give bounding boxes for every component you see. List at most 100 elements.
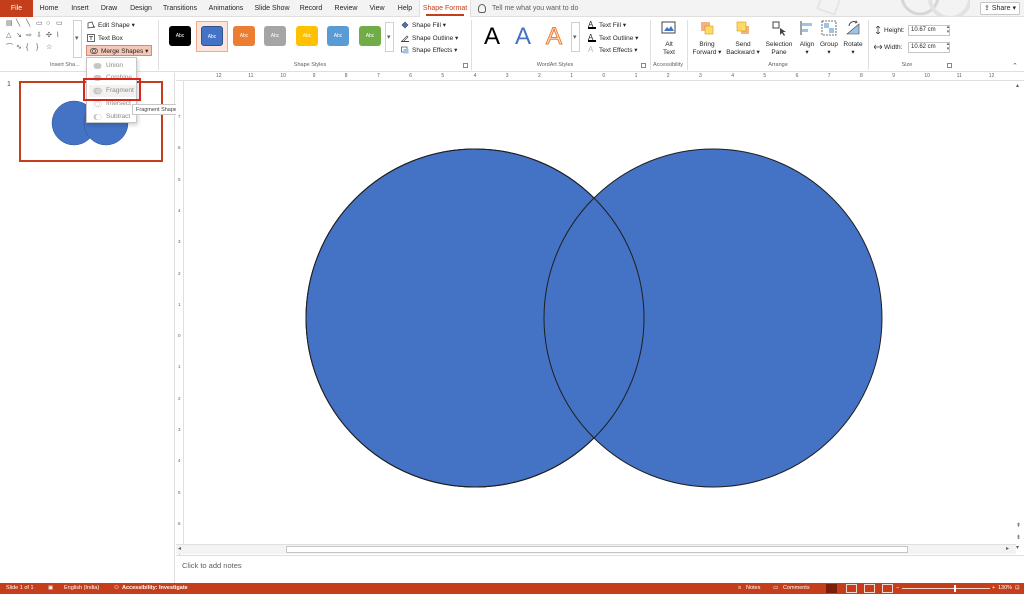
- size-launcher-icon[interactable]: [947, 63, 952, 68]
- language-status[interactable]: English (India): [64, 583, 99, 594]
- right-circle-shape[interactable]: [543, 148, 883, 488]
- text-box-button[interactable]: Text Box: [87, 33, 123, 44]
- alt-text-button[interactable]: Alt Text: [655, 20, 683, 57]
- tab-review[interactable]: Review: [331, 0, 361, 17]
- style-swatch-green[interactable]: Abc: [359, 26, 381, 46]
- brace-shape-icon[interactable]: }: [36, 44, 38, 52]
- tab-slide-show[interactable]: Slide Show: [252, 0, 292, 17]
- scroll-right-icon[interactable]: ▸: [1006, 545, 1009, 553]
- comments-toggle[interactable]: Comments: [783, 583, 810, 594]
- merge-shapes-button[interactable]: Merge Shapes ▾: [86, 45, 153, 56]
- horizontal-scroll-thumb[interactable]: [286, 546, 908, 553]
- wordart-orange-outline[interactable]: A: [545, 23, 562, 50]
- tab-shape-format[interactable]: Shape Format: [419, 0, 471, 18]
- zoom-slider-handle[interactable]: [954, 585, 956, 592]
- tell-me-search[interactable]: Tell me what you want to do: [478, 0, 578, 17]
- height-spin-buttons[interactable]: ▴ ▾: [945, 25, 951, 36]
- oval-shape-icon[interactable]: ○: [46, 20, 50, 28]
- tab-animations[interactable]: Animations: [205, 0, 247, 17]
- triangle-shape-icon[interactable]: △: [6, 32, 11, 40]
- wordart-black[interactable]: A: [484, 24, 500, 50]
- style-swatch-gold[interactable]: Abc: [296, 26, 318, 46]
- reading-view-icon[interactable]: [864, 584, 875, 593]
- slide-sorter-view-icon[interactable]: [846, 584, 857, 593]
- brace-shape-icon[interactable]: {: [26, 44, 28, 52]
- tab-record[interactable]: Record: [296, 0, 326, 17]
- tab-home[interactable]: Home: [35, 0, 63, 17]
- fit-slide-icon[interactable]: ⊡: [1015, 583, 1020, 594]
- zoom-slider[interactable]: [902, 588, 990, 589]
- rotate-button[interactable]: Rotate ▾: [841, 20, 865, 57]
- normal-view-icon[interactable]: [826, 584, 837, 593]
- vertical-scrollbar[interactable]: ▴ ⇞ ⇟ ▾: [1014, 82, 1024, 552]
- selection-pane-button[interactable]: Selection Pane: [763, 20, 795, 57]
- curve-shape-icon[interactable]: ∿: [16, 44, 22, 52]
- wordart-more-button[interactable]: [571, 22, 580, 52]
- text-effects-button[interactable]: A Text Effects ▾: [588, 45, 638, 56]
- arrow-shape-icon[interactable]: ⇩: [36, 32, 42, 40]
- wordart-blue[interactable]: A: [515, 24, 531, 50]
- next-slide-icon[interactable]: ⇟: [1016, 534, 1021, 542]
- style-swatch-blue[interactable]: Abc: [201, 26, 223, 46]
- group-button[interactable]: Group ▾: [818, 20, 840, 57]
- scroll-down-icon[interactable]: ▾: [1016, 544, 1019, 552]
- text-outline-button[interactable]: A Text Outline ▾: [588, 33, 638, 44]
- horizontal-scrollbar[interactable]: ◂ ▸: [176, 544, 1016, 554]
- previous-slide-icon[interactable]: ⇞: [1016, 522, 1021, 530]
- line-shape-icon[interactable]: ╲: [16, 20, 20, 28]
- slide-show-view-icon[interactable]: [882, 584, 893, 593]
- line-shape-icon[interactable]: ╲: [26, 20, 30, 28]
- slide-canvas[interactable]: [185, 82, 1013, 544]
- arrow-shape-icon[interactable]: ✣: [46, 32, 52, 40]
- send-backward-button[interactable]: Send Backward ▾: [725, 20, 761, 57]
- scroll-left-icon[interactable]: ◂: [178, 545, 181, 553]
- width-spin-buttons[interactable]: ▴ ▾: [945, 42, 951, 53]
- arrow-shape-icon[interactable]: ⇨: [26, 32, 32, 40]
- align-button[interactable]: Align ▾: [796, 20, 818, 57]
- star-shape-icon[interactable]: ☆: [46, 44, 52, 52]
- tab-file[interactable]: File: [0, 0, 33, 17]
- menu-item-union[interactable]: Union: [89, 60, 136, 72]
- arrow-shape-icon[interactable]: ↘: [16, 32, 22, 40]
- curve-shape-icon[interactable]: ⌒: [6, 44, 13, 52]
- accessibility-status[interactable]: Accessibility: Investigate: [122, 583, 188, 594]
- style-swatch-black[interactable]: Abc: [169, 26, 191, 46]
- shapes-gallery-more-button[interactable]: [73, 20, 82, 58]
- collapse-ribbon-icon[interactable]: ⌃: [1012, 62, 1018, 70]
- menu-item-subtract[interactable]: Subtract: [89, 111, 136, 123]
- height-field[interactable]: 10.67 cm: [908, 25, 950, 36]
- scroll-up-icon[interactable]: ▴: [1016, 82, 1019, 90]
- text-box-shape-icon[interactable]: ▤: [6, 20, 13, 28]
- share-button[interactable]: ⇪ Share ▾: [980, 2, 1020, 15]
- tab-draw[interactable]: Draw: [96, 0, 122, 17]
- rectangle-shape-icon[interactable]: ▭: [56, 20, 63, 28]
- rectangle-shape-icon[interactable]: ▭: [36, 20, 43, 28]
- shapes-gallery[interactable]: ▤ ╲ ╲ ▭ ○ ▭ △ ↘ ⇨ ⇩ ✣ ⌇ ⌒ ∿ { } ☆: [6, 20, 70, 58]
- tab-view[interactable]: View: [364, 0, 390, 17]
- style-swatch-orange[interactable]: Abc: [233, 26, 255, 46]
- shape-styles-launcher-icon[interactable]: [463, 63, 468, 68]
- width-field[interactable]: 10.62 cm: [908, 42, 950, 53]
- zoom-out-icon[interactable]: −: [896, 583, 899, 594]
- edit-shape-button[interactable]: Edit Shape ▾: [87, 20, 135, 31]
- notes-pane[interactable]: Click to add notes: [176, 555, 1024, 583]
- spelling-check-icon[interactable]: ▣: [48, 583, 53, 594]
- style-swatch-light-blue[interactable]: Abc: [327, 26, 349, 46]
- tab-help[interactable]: Help: [393, 0, 417, 17]
- bring-forward-button[interactable]: Bring Forward ▾: [692, 20, 722, 57]
- text-fill-button[interactable]: A Text Fill ▾: [588, 20, 626, 31]
- shape-styles-more-button[interactable]: [385, 22, 394, 52]
- width-label: Width:: [884, 44, 903, 51]
- tab-transitions[interactable]: Transitions: [160, 0, 200, 17]
- zoom-level[interactable]: 130%: [998, 583, 1012, 594]
- tab-design[interactable]: Design: [126, 0, 156, 17]
- shape-fill-button[interactable]: Shape Fill ▾: [401, 20, 446, 31]
- style-swatch-gray[interactable]: Abc: [264, 26, 286, 46]
- shape-effects-button[interactable]: Shape Effects ▾: [401, 45, 457, 56]
- wordart-launcher-icon[interactable]: [641, 63, 646, 68]
- zoom-in-icon[interactable]: +: [992, 583, 995, 594]
- shape-outline-button[interactable]: Shape Outline ▾: [401, 33, 458, 44]
- notes-toggle[interactable]: Notes: [746, 583, 760, 594]
- bracket-shape-icon[interactable]: ⌇: [56, 32, 59, 40]
- tab-insert[interactable]: Insert: [66, 0, 94, 17]
